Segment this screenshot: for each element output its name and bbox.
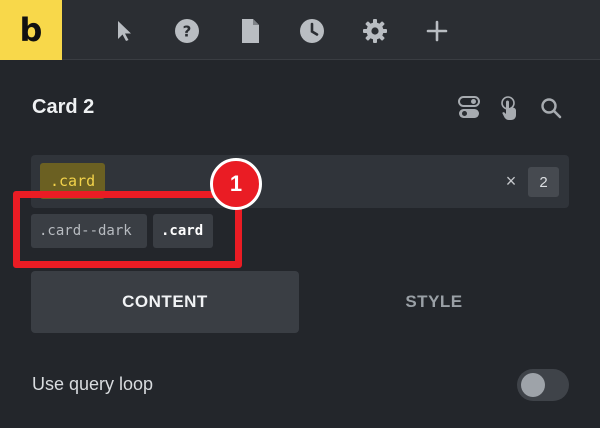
annotation-number-badge: 1 bbox=[210, 158, 262, 210]
help-icon[interactable]: ? bbox=[174, 18, 200, 44]
toggle-knob bbox=[521, 373, 545, 397]
class-count-badge[interactable]: 2 bbox=[528, 167, 559, 197]
gear-icon[interactable] bbox=[362, 18, 388, 44]
tab-content[interactable]: CONTENT bbox=[31, 271, 299, 333]
panel-title: Card 2 bbox=[32, 96, 95, 118]
search-icon[interactable] bbox=[538, 95, 564, 121]
annotation-highlight-box bbox=[13, 191, 242, 268]
plus-icon[interactable] bbox=[424, 18, 450, 44]
clock-icon[interactable] bbox=[299, 18, 325, 44]
cursor-icon[interactable] bbox=[112, 18, 138, 44]
toggle-switches-icon[interactable] bbox=[456, 95, 482, 121]
query-loop-toggle[interactable] bbox=[517, 369, 569, 401]
clear-classes-icon[interactable]: × bbox=[501, 169, 521, 193]
app-logo[interactable]: b bbox=[0, 0, 62, 60]
page-icon[interactable] bbox=[237, 18, 263, 44]
query-loop-label: Use query loop bbox=[32, 374, 154, 394]
logo-letter: b bbox=[19, 11, 43, 49]
svg-text:?: ? bbox=[183, 23, 192, 41]
touch-pointer-icon[interactable] bbox=[497, 95, 523, 121]
tab-style[interactable]: STYLE bbox=[300, 271, 568, 333]
top-toolbar: b ? bbox=[0, 0, 600, 60]
